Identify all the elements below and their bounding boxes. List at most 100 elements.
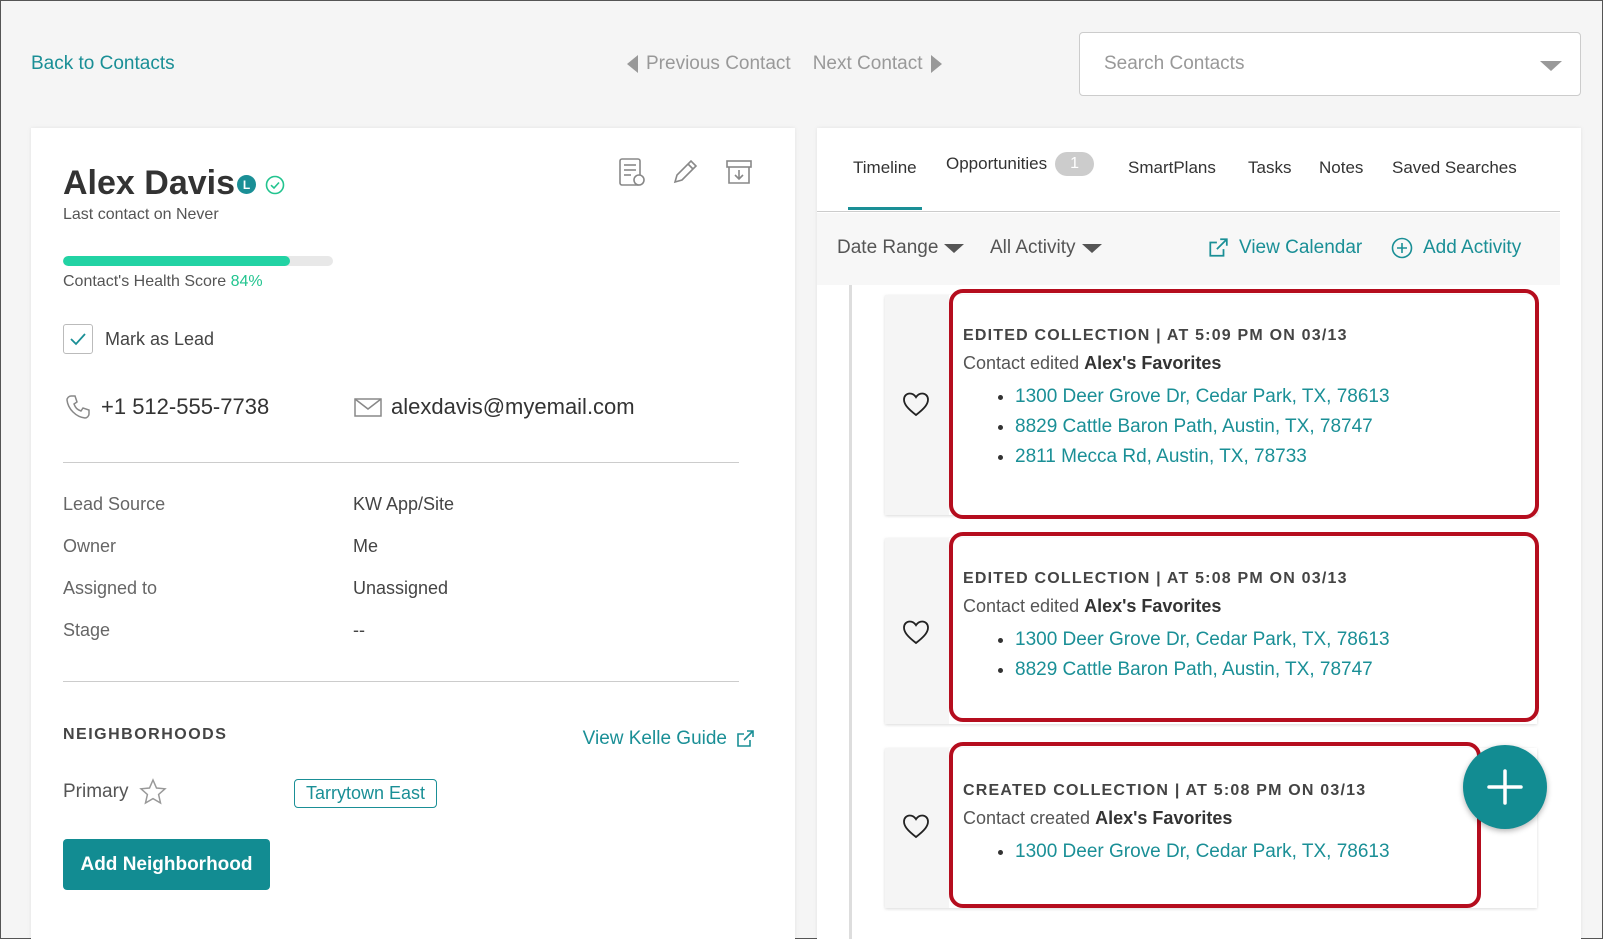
phone-icon [66, 395, 90, 419]
all-activity-dropdown[interactable]: All Activity [990, 237, 1102, 259]
mark-as-lead-checkbox[interactable]: Mark as Lead [63, 324, 214, 354]
date-range-label: Date Range [837, 237, 939, 258]
add-activity-link[interactable]: Add Activity [1391, 237, 1521, 259]
event-body: EDITED COLLECTION | AT 5:09 PM ON 03/13 … [963, 327, 1390, 476]
previous-contact-button[interactable]: Previous Contact [627, 53, 791, 75]
tab-saved-searches[interactable]: Saved Searches [1392, 158, 1517, 178]
detail-value: Unassigned [353, 578, 449, 598]
timeline-event: EDITED COLLECTION | AT 5:08 PM ON 03/13 … [885, 532, 1539, 724]
tab-label: Timeline [853, 158, 917, 177]
checkmark-icon [70, 333, 86, 346]
tab-label: Opportunities [946, 154, 1048, 173]
contact-methods: +1 512-555-7738 alexdavis@myemail.com [63, 392, 635, 422]
plus-icon [1487, 769, 1523, 805]
collection-name: Alex's Favorites [1084, 353, 1222, 373]
archive-icon[interactable] [723, 156, 755, 188]
view-kelle-guide-label: View Kelle Guide [582, 728, 727, 749]
event-description-prefix: Contact edited [963, 353, 1080, 373]
property-list: 1300 Deer Grove Dr, Cedar Park, TX, 7861… [963, 386, 1390, 468]
divider [63, 462, 739, 463]
email-link[interactable]: alexdavis@myemail.com [353, 394, 635, 420]
collection-name: Alex's Favorites [1084, 596, 1222, 616]
all-activity-label: All Activity [990, 237, 1076, 258]
detail-row-stage: Stage -- [63, 620, 365, 641]
date-range-dropdown[interactable]: Date Range [837, 237, 965, 259]
divider [63, 681, 739, 682]
property-link[interactable]: 2811 Mecca Rd, Austin, TX, 78733 [1015, 446, 1390, 468]
chevron-down-icon [1081, 243, 1102, 253]
property-link[interactable]: 1300 Deer Grove Dr, Cedar Park, TX, 7861… [1015, 386, 1390, 408]
back-to-contacts-link[interactable]: Back to Contacts [31, 53, 175, 75]
verified-check-icon [265, 175, 285, 195]
previous-contact-label: Previous Contact [646, 53, 791, 74]
tab-bar: Timeline Opportunities 1 SmartPlans Task… [817, 128, 1560, 212]
chevron-down-icon [944, 243, 965, 253]
health-score-text: Contact's Health Score [63, 273, 227, 290]
checkbox-box[interactable] [63, 324, 93, 354]
property-list: 1300 Deer Grove Dr, Cedar Park, TX, 7861… [963, 629, 1390, 681]
view-calendar-label: View Calendar [1239, 237, 1363, 258]
event-body: EDITED COLLECTION | AT 5:08 PM ON 03/13 … [963, 570, 1390, 689]
detail-value: KW App/Site [353, 494, 455, 514]
add-activity-label: Add Activity [1423, 237, 1522, 258]
contact-navigation: Previous Contact Next Contact [627, 53, 942, 75]
collection-name: Alex's Favorites [1095, 808, 1233, 828]
lead-badge: L [237, 175, 256, 194]
view-calendar-link[interactable]: View Calendar [1207, 237, 1362, 259]
search-contacts-select[interactable] [1079, 32, 1581, 96]
edit-pencil-icon[interactable] [669, 156, 701, 188]
star-icon[interactable] [138, 778, 168, 806]
detail-label: Lead Source [63, 494, 166, 514]
health-score-label: Contact's Health Score 84% [63, 273, 263, 291]
detail-label: Owner [63, 536, 117, 556]
report-icon[interactable] [615, 156, 647, 188]
plus-circle-icon [1391, 237, 1413, 259]
health-score-fill [63, 256, 290, 266]
health-score-bar [63, 256, 333, 266]
phone-number: +1 512-555-7738 [101, 394, 270, 419]
add-fab-button[interactable] [1463, 745, 1547, 829]
search-contacts-input[interactable] [1104, 53, 1504, 75]
health-score-value: 84% [230, 273, 263, 290]
event-title: CREATED COLLECTION | AT 5:08 PM ON 03/13 [963, 782, 1367, 799]
contact-details-card: Alex Davis L Last contact on Never Conta… [31, 128, 795, 939]
phone-link[interactable]: +1 512-555-7738 [63, 392, 353, 422]
event-body: CREATED COLLECTION | AT 5:08 PM ON 03/13… [963, 782, 1390, 871]
next-contact-button[interactable]: Next Contact [813, 53, 942, 75]
tab-label: SmartPlans [1128, 158, 1216, 177]
timeline-event: EDITED COLLECTION | AT 5:09 PM ON 03/13 … [885, 289, 1539, 519]
event-description-prefix: Contact edited [963, 596, 1080, 616]
tab-timeline[interactable]: Timeline [848, 158, 922, 210]
property-link[interactable]: 1300 Deer Grove Dr, Cedar Park, TX, 7861… [1015, 629, 1390, 651]
view-kelle-guide-link[interactable]: View Kelle Guide [583, 728, 755, 750]
detail-label: Stage [63, 620, 111, 640]
heart-icon[interactable] [901, 618, 931, 646]
detail-row-lead-source: Lead Source KW App/Site [63, 494, 454, 515]
tab-opportunities[interactable]: Opportunities 1 [946, 152, 1095, 176]
tab-label: Notes [1319, 158, 1364, 177]
heart-icon[interactable] [901, 812, 931, 840]
tab-tasks[interactable]: Tasks [1248, 158, 1291, 178]
tab-notes[interactable]: Notes [1319, 158, 1363, 178]
property-link[interactable]: 1300 Deer Grove Dr, Cedar Park, TX, 7861… [1015, 841, 1390, 863]
count-badge: 1 [1055, 152, 1095, 176]
detail-row-owner: Owner Me [63, 536, 378, 557]
event-title: EDITED COLLECTION | AT 5:08 PM ON 03/13 [963, 570, 1348, 587]
chevron-left-icon [627, 55, 638, 73]
property-list: 1300 Deer Grove Dr, Cedar Park, TX, 7861… [963, 841, 1390, 863]
external-link-icon [1209, 238, 1228, 257]
neighborhood-tag[interactable]: Tarrytown East [294, 779, 438, 808]
event-description: Contact edited Alex's Favorites [963, 596, 1390, 617]
event-title: EDITED COLLECTION | AT 5:09 PM ON 03/13 [963, 327, 1348, 344]
next-contact-label: Next Contact [812, 53, 923, 74]
contact-name: Alex Davis [63, 164, 235, 202]
property-link[interactable]: 8829 Cattle Baron Path, Austin, TX, 7874… [1015, 659, 1390, 681]
tab-label: Saved Searches [1392, 158, 1517, 177]
heart-icon[interactable] [901, 390, 931, 418]
detail-value: Me [353, 536, 379, 556]
chevron-down-icon[interactable] [1540, 61, 1562, 71]
tab-smartplans[interactable]: SmartPlans [1128, 158, 1216, 178]
neighborhoods-heading: NEIGHBORHOODS [63, 726, 228, 743]
property-link[interactable]: 8829 Cattle Baron Path, Austin, TX, 7874… [1015, 416, 1390, 438]
add-neighborhood-button[interactable]: Add Neighborhood [63, 839, 270, 890]
